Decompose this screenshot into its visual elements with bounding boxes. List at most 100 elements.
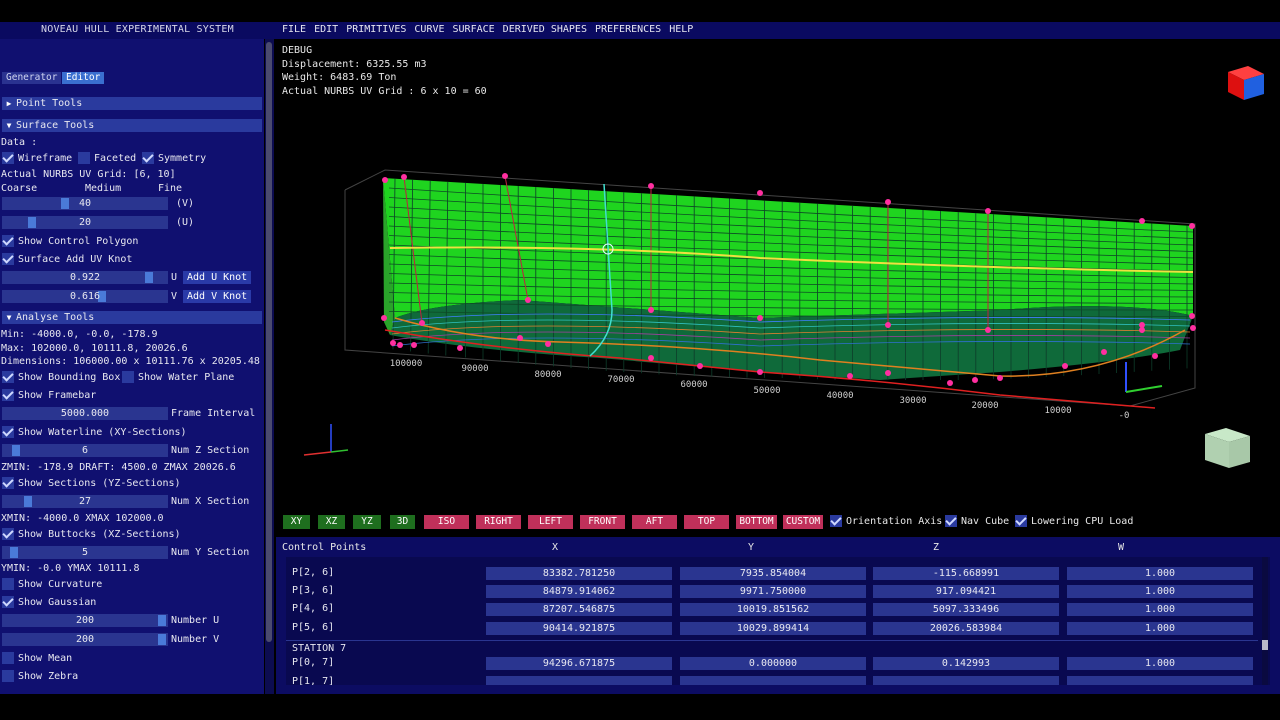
view-top-button[interactable]: TOP: [684, 515, 729, 529]
checkbox-icon[interactable]: [2, 477, 14, 489]
control-point-row[interactable]: P[0, 7] 94296.671875 0.000000 0.142993 1…: [286, 655, 1258, 671]
view-front-button[interactable]: FRONT: [580, 515, 625, 529]
checkbox-icon[interactable]: [2, 152, 14, 164]
checkbox-icon[interactable]: [2, 652, 14, 664]
slider-knob[interactable]: [12, 445, 20, 456]
show-water-plane-toggle[interactable]: Show Water Plane: [122, 371, 234, 384]
section-analyse-tools[interactable]: ▼ Analyse Tools: [2, 311, 262, 324]
show-gaussian-toggle[interactable]: Show Gaussian: [2, 596, 96, 609]
view-3d-button[interactable]: 3D: [390, 515, 415, 529]
show-bounding-box-toggle[interactable]: Show Bounding Box: [2, 371, 120, 384]
checkbox-icon[interactable]: [2, 426, 14, 438]
y-field[interactable]: 0.000000: [680, 657, 866, 670]
show-control-polygon-toggle[interactable]: Show Control Polygon: [2, 235, 138, 248]
z-field[interactable]: 5097.333496: [873, 603, 1059, 616]
y-field[interactable]: 9971.750000: [680, 585, 866, 598]
faceted-toggle[interactable]: Faceted: [78, 152, 136, 165]
lowering-cpu-load-toggle[interactable]: Lowering CPU Load: [1015, 515, 1133, 529]
view-bottom-button[interactable]: BOTTOM: [736, 515, 777, 529]
slider-knob[interactable]: [10, 547, 18, 558]
checkbox-icon[interactable]: [2, 235, 14, 247]
view-right-button[interactable]: RIGHT: [476, 515, 521, 529]
tab-generator[interactable]: Generator: [2, 72, 62, 84]
checkbox-icon[interactable]: [122, 371, 134, 383]
control-point-row[interactable]: P[5, 6] 90414.921875 10029.899414 20026.…: [286, 620, 1258, 636]
surface-add-uv-knot-toggle[interactable]: Surface Add UV Knot: [2, 253, 132, 266]
view-aft-button[interactable]: AFT: [632, 515, 677, 529]
symmetry-toggle[interactable]: Symmetry: [142, 152, 206, 165]
x-field[interactable]: 87207.546875: [486, 603, 672, 616]
w-field[interactable]: 1.000: [1067, 603, 1253, 616]
w-field[interactable]: 1.000: [1067, 657, 1253, 670]
checkbox-icon[interactable]: [2, 253, 14, 265]
view-iso-button[interactable]: ISO: [424, 515, 469, 529]
checkbox-icon[interactable]: [2, 371, 14, 383]
num-y-section-slider[interactable]: 5: [2, 546, 168, 559]
menu-primitives[interactable]: PRIMITIVES: [342, 22, 410, 39]
checkbox-icon[interactable]: [945, 515, 957, 527]
w-field[interactable]: [1067, 676, 1253, 685]
checkbox-icon[interactable]: [78, 152, 90, 164]
slider-knob[interactable]: [28, 217, 36, 228]
menu-help[interactable]: HELP: [665, 22, 697, 39]
slider-knob[interactable]: [61, 198, 69, 209]
hull-model-render[interactable]: 100000 90000 80000 70000 60000 50000 400…: [276, 39, 1280, 509]
y-field[interactable]: 7935.854004: [680, 567, 866, 580]
menu-derived-shapes[interactable]: DERIVED SHAPES: [499, 22, 591, 39]
y-field[interactable]: 10019.851562: [680, 603, 866, 616]
add-u-knot-button[interactable]: Add U Knot: [183, 271, 252, 284]
resolution-v-slider[interactable]: 40: [2, 197, 168, 210]
y-field[interactable]: [680, 676, 866, 685]
checkbox-icon[interactable]: [2, 389, 14, 401]
menu-edit[interactable]: EDIT: [310, 22, 342, 39]
checkbox-icon[interactable]: [2, 578, 14, 590]
x-field[interactable]: [486, 676, 672, 685]
view-yz-button[interactable]: YZ: [353, 515, 381, 529]
control-point-row[interactable]: P[1, 7]: [286, 674, 1258, 685]
view-xz-button[interactable]: XZ: [318, 515, 345, 529]
num-z-section-slider[interactable]: 6: [2, 444, 168, 457]
knot-u-slider[interactable]: 0.922: [2, 271, 168, 284]
show-curvature-toggle[interactable]: Show Curvature: [2, 578, 102, 591]
left-panel-scroll-thumb[interactable]: [266, 42, 272, 642]
show-waterline-toggle[interactable]: Show Waterline (XY-Sections): [2, 426, 187, 439]
number-u-slider[interactable]: 200: [2, 614, 168, 627]
menu-surface[interactable]: SURFACE: [449, 22, 499, 39]
num-x-section-slider[interactable]: 27: [2, 495, 168, 508]
view-cube-icon[interactable]: [1205, 428, 1250, 468]
checkbox-icon[interactable]: [142, 152, 154, 164]
resolution-u-slider[interactable]: 20: [2, 216, 168, 229]
show-mean-toggle[interactable]: Show Mean: [2, 652, 72, 665]
menu-file[interactable]: FILE: [278, 22, 310, 39]
section-point-tools[interactable]: ▶ Point Tools: [2, 97, 262, 110]
view-left-button[interactable]: LEFT: [528, 515, 573, 529]
orientation-axis-toggle[interactable]: Orientation Axis: [830, 515, 942, 529]
slider-knob[interactable]: [158, 615, 166, 626]
x-field[interactable]: 83382.781250: [486, 567, 672, 580]
control-point-row[interactable]: P[4, 6] 87207.546875 10019.851562 5097.3…: [286, 601, 1258, 617]
knot-v-slider[interactable]: 0.616: [2, 290, 168, 303]
view-xy-button[interactable]: XY: [283, 515, 310, 529]
checkbox-icon[interactable]: [830, 515, 842, 527]
control-point-row[interactable]: P[2, 6] 83382.781250 7935.854004 -115.66…: [286, 565, 1258, 581]
slider-knob[interactable]: [24, 496, 32, 507]
z-field[interactable]: [873, 676, 1059, 685]
show-zebra-toggle[interactable]: Show Zebra: [2, 670, 78, 683]
checkbox-icon[interactable]: [1015, 515, 1027, 527]
frame-interval-field[interactable]: 5000.000: [2, 407, 168, 420]
show-buttocks-toggle[interactable]: Show Buttocks (XZ-Sections): [2, 528, 181, 541]
menu-preferences[interactable]: PREFERENCES: [591, 22, 665, 39]
view-custom-button[interactable]: CUSTOM: [783, 515, 823, 529]
w-field[interactable]: 1.000: [1067, 585, 1253, 598]
x-field[interactable]: 90414.921875: [486, 622, 672, 635]
control-points-scroll-thumb[interactable]: [1262, 640, 1268, 650]
show-framebar-toggle[interactable]: Show Framebar: [2, 389, 96, 402]
nav-cube-toggle[interactable]: Nav Cube: [945, 515, 1009, 529]
nav-cube-icon[interactable]: [1228, 66, 1264, 100]
slider-knob[interactable]: [158, 634, 166, 645]
control-points-scrollbar[interactable]: [1262, 557, 1268, 685]
section-surface-tools[interactable]: ▼ Surface Tools: [2, 119, 262, 132]
w-field[interactable]: 1.000: [1067, 567, 1253, 580]
x-field[interactable]: 84879.914062: [486, 585, 672, 598]
show-sections-toggle[interactable]: Show Sections (YZ-Sections): [2, 477, 181, 490]
